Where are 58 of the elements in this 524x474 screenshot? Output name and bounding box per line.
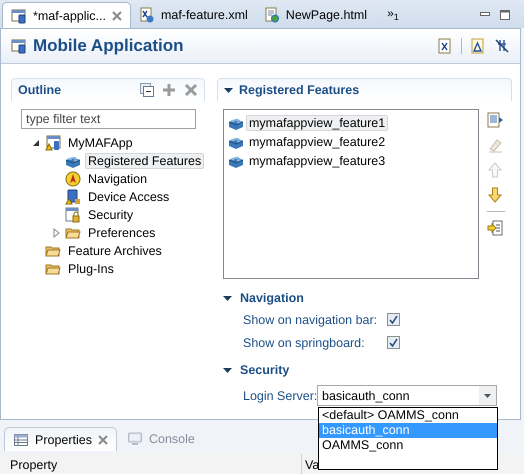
insert-document-icon[interactable] — [487, 220, 503, 236]
app-window-icon — [45, 135, 61, 151]
device-lock-icon — [65, 189, 81, 205]
x-document-icon[interactable] — [437, 38, 453, 54]
tree-item[interactable]: MyMAFApp — [65, 135, 136, 151]
tree-item[interactable]: Navigation — [85, 171, 150, 187]
tree-item[interactable]: Feature Archives — [65, 243, 165, 259]
dropdown-option[interactable]: OAMMS_conn — [319, 438, 497, 453]
a-document-icon[interactable] — [470, 38, 486, 54]
checkbox[interactable] — [387, 313, 400, 326]
tree-item[interactable]: Registered Features — [85, 153, 204, 169]
feature-item[interactable]: mymafappview_feature1 — [246, 114, 388, 130]
xml-file-icon — [138, 7, 155, 23]
tree-item[interactable]: Preferences — [85, 225, 158, 241]
app-window-icon — [11, 38, 27, 54]
section-title: Registered Features — [239, 83, 360, 97]
login-server-dropdown[interactable]: basicauth_conn — [317, 385, 497, 406]
table-icon — [13, 432, 29, 448]
feature-item[interactable]: mymafappview_feature2 — [246, 134, 388, 150]
close-icon[interactable] — [98, 434, 108, 444]
compass-icon — [65, 171, 81, 187]
checkbox[interactable] — [387, 336, 400, 349]
tree-item[interactable]: Device Access — [85, 189, 172, 205]
collapse-all-icon[interactable] — [140, 83, 154, 97]
down-arrow-icon[interactable] — [487, 187, 503, 203]
monitor-icon — [126, 431, 143, 447]
maximize-icon[interactable] — [500, 10, 510, 20]
editor-title: Mobile Application — [33, 36, 184, 56]
editor-tab[interactable]: maf-feature.xml — [130, 2, 256, 28]
web-page-icon — [264, 7, 280, 23]
close-icon[interactable] — [112, 10, 122, 20]
editor-tab[interactable]: *maf-applic... — [2, 2, 131, 28]
collapse-icon[interactable] — [223, 294, 232, 302]
option-label: Show on springboard: — [243, 336, 366, 350]
expand-icon[interactable] — [51, 228, 61, 238]
add-icon[interactable] — [162, 83, 176, 97]
add-document-icon[interactable] — [487, 112, 503, 128]
option-label: Show on navigation bar: — [243, 312, 378, 326]
filter-field[interactable]: type filter text — [21, 109, 196, 129]
section-title: Navigation — [240, 291, 304, 305]
section-title: Security — [240, 363, 290, 377]
column-header[interactable]: Property — [0, 454, 302, 474]
window-lock-icon — [65, 207, 81, 223]
section-title: Outline — [18, 83, 62, 97]
collapse-icon[interactable] — [31, 138, 41, 148]
dropdown-option[interactable]: <default> OAMMS_conn — [319, 408, 497, 423]
collapse-icon[interactable] — [223, 366, 232, 374]
editor-tab[interactable]: NewPage.html — [256, 2, 376, 28]
field-label: Login Server: — [243, 388, 317, 402]
app-window-icon — [11, 8, 27, 24]
tree-item[interactable]: Security — [85, 207, 136, 223]
collapse-icon[interactable] — [224, 86, 233, 94]
feature-item[interactable]: mymafappview_feature3 — [246, 152, 388, 168]
caret-icon — [484, 394, 491, 398]
delete-icon[interactable] — [184, 83, 198, 97]
view-tab[interactable]: Properties — [4, 427, 117, 451]
tree-item[interactable]: Plug-Ins — [65, 261, 117, 277]
crossed-tool-icon[interactable] — [494, 38, 510, 54]
